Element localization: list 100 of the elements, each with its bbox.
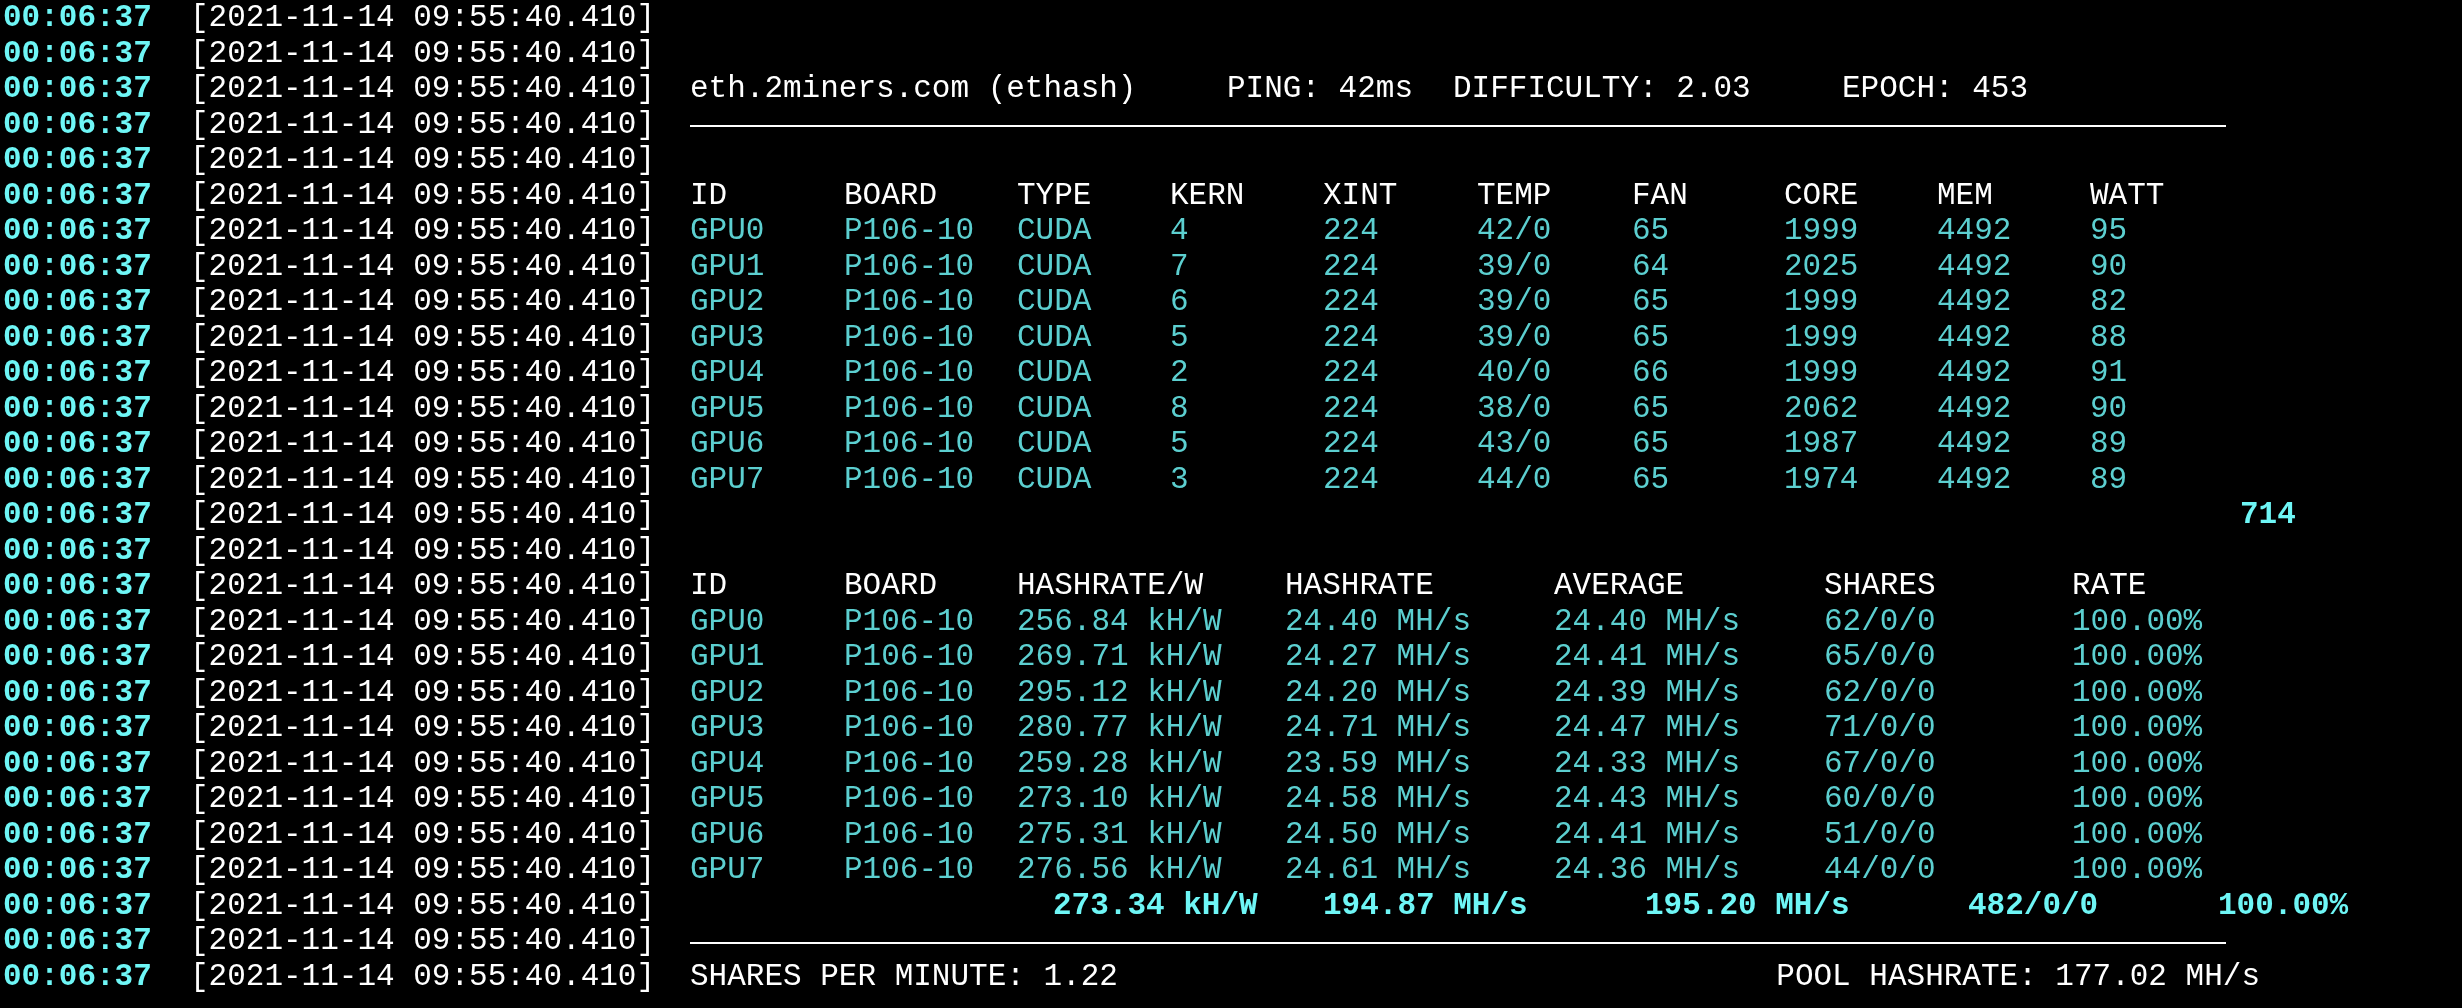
table-cell: 24.40 MH/s <box>1554 603 1741 639</box>
table-cell: 90 <box>2090 248 2128 284</box>
table-cell: 24.58 MH/s <box>1285 781 1472 817</box>
log-time: 00:06:37 <box>2 639 153 675</box>
table-cell: P106-10 <box>844 745 975 781</box>
log-time: 00:06:37 <box>2 142 153 178</box>
total-value: 482/0/0 <box>1968 887 2099 923</box>
table-cell: 24.39 MH/s <box>1554 674 1741 710</box>
log-timestamp: [2021-11-14 09:55:40.410] <box>190 71 657 107</box>
pool-info: DIFFICULTY: 2.03 <box>1453 71 1751 107</box>
table-cell: 24.20 MH/s <box>1285 674 1472 710</box>
column-header: SHARES <box>1824 568 1936 604</box>
table-cell: 65 <box>1632 461 1670 497</box>
table-cell: 42/0 <box>1477 213 1552 249</box>
table-cell: 4492 <box>1937 461 2012 497</box>
table-cell: 6 <box>1170 284 1189 320</box>
table-cell: 65 <box>1632 284 1670 320</box>
column-header: FAN <box>1632 177 1688 213</box>
table-cell: 65 <box>1632 213 1670 249</box>
log-time: 00:06:37 <box>2 248 153 284</box>
log-time: 00:06:37 <box>2 532 153 568</box>
status-text: POOL HASHRATE: 177.02 MH/s <box>1776 958 2260 994</box>
table-cell: 275.31 kH/W <box>1017 816 1222 852</box>
log-time: 00:06:37 <box>2 0 153 36</box>
table-cell: GPU0 <box>690 603 765 639</box>
log-timestamp: [2021-11-14 09:55:40.410] <box>190 710 657 746</box>
log-timestamp: [2021-11-14 09:55:40.410] <box>190 35 657 71</box>
table-cell: 71/0/0 <box>1824 710 1936 746</box>
total-value: 100.00% <box>2218 887 2349 923</box>
table-cell: 224 <box>1323 213 1379 249</box>
table-cell: 39/0 <box>1477 284 1552 320</box>
table-cell: 24.41 MH/s <box>1554 639 1741 675</box>
table-cell: 88 <box>2090 319 2128 355</box>
log-time: 00:06:37 <box>2 710 153 746</box>
table-cell: P106-10 <box>844 248 975 284</box>
table-cell: 24.41 MH/s <box>1554 816 1741 852</box>
log-timestamp: [2021-11-14 09:55:40.410] <box>190 0 657 36</box>
column-header: BOARD <box>844 177 937 213</box>
table-cell: 65 <box>1632 426 1670 462</box>
table-cell: GPU4 <box>690 355 765 391</box>
table-cell: CUDA <box>1017 355 1092 391</box>
table-cell: 24.36 MH/s <box>1554 852 1741 888</box>
table-cell: 276.56 kH/W <box>1017 852 1222 888</box>
table-cell: 4492 <box>1937 426 2012 462</box>
total-value: 195.20 MH/s <box>1645 887 1850 923</box>
log-time: 00:06:37 <box>2 497 153 533</box>
column-header: TYPE <box>1017 177 1092 213</box>
table-cell: 100.00% <box>2072 781 2203 817</box>
table-cell: 7 <box>1170 248 1189 284</box>
table-cell: P106-10 <box>844 639 975 675</box>
table-cell: 224 <box>1323 355 1379 391</box>
table-cell: 100.00% <box>2072 639 2203 675</box>
table-cell: 100.00% <box>2072 674 2203 710</box>
column-header: TEMP <box>1477 177 1552 213</box>
table-cell: 23.59 MH/s <box>1285 745 1472 781</box>
table-cell: 1987 <box>1784 426 1859 462</box>
table-cell: 5 <box>1170 319 1189 355</box>
table-cell: 24.47 MH/s <box>1554 710 1741 746</box>
log-time: 00:06:37 <box>2 923 153 959</box>
log-time: 00:06:37 <box>2 958 153 994</box>
table-cell: P106-10 <box>844 852 975 888</box>
log-timestamp: [2021-11-14 09:55:40.410] <box>190 674 657 710</box>
table-cell: 224 <box>1323 319 1379 355</box>
table-cell: 39/0 <box>1477 248 1552 284</box>
log-timestamp: [2021-11-14 09:55:40.410] <box>190 319 657 355</box>
table-cell: CUDA <box>1017 390 1092 426</box>
log-time: 00:06:37 <box>2 390 153 426</box>
log-time: 00:06:37 <box>2 177 153 213</box>
column-header: BOARD <box>844 568 937 604</box>
log-time: 00:06:37 <box>2 426 153 462</box>
table-cell: 269.71 kH/W <box>1017 639 1222 675</box>
column-header: HASHRATE <box>1285 568 1434 604</box>
table-cell: 100.00% <box>2072 603 2203 639</box>
column-header: HASHRATE/W <box>1017 568 1204 604</box>
table-cell: CUDA <box>1017 319 1092 355</box>
table-cell: 100.00% <box>2072 816 2203 852</box>
table-cell: 100.00% <box>2072 710 2203 746</box>
pool-info: PING: 42ms <box>1227 71 1414 107</box>
table-cell: 60/0/0 <box>1824 781 1936 817</box>
table-cell: 91 <box>2090 355 2128 391</box>
column-header: MEM <box>1937 177 1993 213</box>
log-timestamp: [2021-11-14 09:55:40.410] <box>190 177 657 213</box>
table-cell: 64 <box>1632 248 1670 284</box>
table-cell: 1999 <box>1784 213 1859 249</box>
log-timestamp: [2021-11-14 09:55:40.410] <box>190 923 657 959</box>
table-cell: 65 <box>1632 390 1670 426</box>
table-cell: 95 <box>2090 213 2128 249</box>
table-cell: 24.33 MH/s <box>1554 745 1741 781</box>
table-cell: P106-10 <box>844 390 975 426</box>
log-timestamp: [2021-11-14 09:55:40.410] <box>190 639 657 675</box>
table-cell: GPU6 <box>690 426 765 462</box>
log-time: 00:06:37 <box>2 568 153 604</box>
table-cell: 65 <box>1632 319 1670 355</box>
table-cell: CUDA <box>1017 284 1092 320</box>
table-cell: 4492 <box>1937 390 2012 426</box>
log-timestamp: [2021-11-14 09:55:40.410] <box>190 745 657 781</box>
table-cell: 224 <box>1323 426 1379 462</box>
table-cell: 44/0/0 <box>1824 852 1936 888</box>
table-cell: 62/0/0 <box>1824 674 1936 710</box>
log-timestamp: [2021-11-14 09:55:40.410] <box>190 390 657 426</box>
